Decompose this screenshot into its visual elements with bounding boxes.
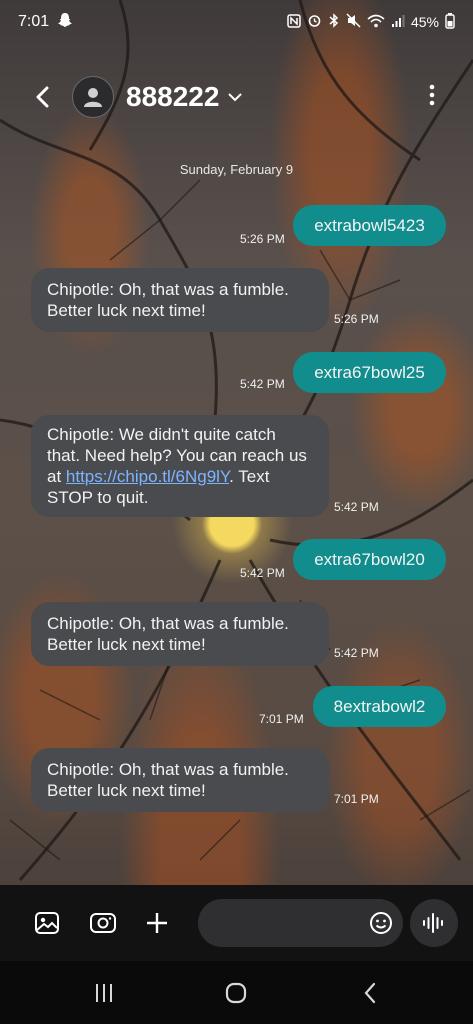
back-nav-icon[interactable] bbox=[356, 981, 384, 1005]
compose-bar bbox=[0, 885, 473, 961]
plus-icon[interactable] bbox=[141, 907, 173, 939]
message-input[interactable] bbox=[198, 899, 348, 947]
mute-icon bbox=[346, 13, 361, 31]
recent-apps-icon[interactable] bbox=[90, 981, 118, 1005]
battery-text: 45% bbox=[410, 14, 439, 30]
message-timestamp: 7:01 PM bbox=[259, 712, 304, 726]
message-timestamp: 5:42 PM bbox=[240, 566, 285, 580]
signal-icon bbox=[391, 14, 405, 31]
camera-icon[interactable] bbox=[87, 907, 119, 939]
back-arrow-icon[interactable] bbox=[30, 85, 54, 109]
date-separator: Sunday, February 9 bbox=[179, 162, 294, 177]
message-timestamp: 5:42 PM bbox=[334, 646, 379, 660]
gallery-icon[interactable] bbox=[31, 907, 63, 939]
snapchat-ghost-icon bbox=[57, 12, 73, 33]
status-bar: 7:01 45% bbox=[0, 0, 473, 44]
battery-icon bbox=[445, 12, 455, 32]
incoming-message[interactable]: Chipotle: Oh, that was a fumble. Better … bbox=[31, 268, 329, 332]
message-link[interactable]: https://chipo.tl/6Ng9lY bbox=[66, 467, 229, 486]
outgoing-message[interactable]: extra67bowl25 bbox=[293, 352, 446, 393]
outgoing-message[interactable]: extrabowl5423 bbox=[293, 205, 446, 246]
nfc-icon bbox=[287, 13, 301, 31]
more-vert-icon[interactable] bbox=[429, 84, 435, 111]
incoming-message[interactable]: Chipotle: Oh, that was a fumble. Better … bbox=[31, 602, 329, 666]
message-timestamp: 7:01 PM bbox=[334, 792, 379, 806]
bluetooth-icon bbox=[328, 13, 340, 31]
outgoing-message[interactable]: 8extrabowl2 bbox=[313, 686, 446, 727]
outgoing-message[interactable]: extra67bowl20 bbox=[293, 539, 446, 580]
contact-name[interactable]: 888222 bbox=[126, 81, 219, 113]
message-timestamp: 5:42 PM bbox=[334, 500, 379, 514]
message-timestamp: 5:26 PM bbox=[334, 312, 379, 326]
voice-record-icon[interactable] bbox=[410, 899, 458, 947]
message-input-box[interactable] bbox=[198, 899, 403, 947]
status-icons: 45% bbox=[287, 12, 455, 32]
message-timestamp: 5:42 PM bbox=[240, 377, 285, 391]
chevron-down-icon[interactable] bbox=[227, 90, 243, 108]
incoming-message[interactable]: Chipotle: We didn't quite catch that. Ne… bbox=[31, 415, 329, 517]
navigation-bar bbox=[0, 961, 473, 1024]
wifi-icon bbox=[367, 14, 385, 31]
status-time: 7:01 bbox=[18, 13, 50, 30]
incoming-message[interactable]: Chipotle: Oh, that was a fumble. Better … bbox=[31, 748, 329, 812]
alarm-icon bbox=[307, 13, 322, 31]
home-icon[interactable] bbox=[222, 981, 250, 1005]
conversation-header: 888222 bbox=[0, 70, 473, 124]
message-timestamp: 5:26 PM bbox=[240, 232, 285, 246]
emoji-icon[interactable] bbox=[369, 911, 393, 940]
avatar-person-icon[interactable] bbox=[72, 76, 114, 118]
